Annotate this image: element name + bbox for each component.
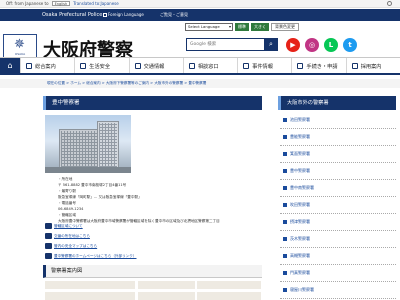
info-line: 大阪府豊中警察署は大阪府豊中市域警察署が管轄区域を除く豊中市の区域及び北摂地区警… <box>58 219 220 223</box>
arrow-icon <box>283 118 287 122</box>
nav-item-consult[interactable]: 相談窓口 <box>182 58 237 73</box>
accessibility-link[interactable]: ご覧見・ご意見 <box>160 12 188 18</box>
nav-item-label: 採用案内 <box>360 64 382 70</box>
station-info: ・所在地 〒 561-8882 豊中市南桜塚2丁目4番11号 ・最寄り駅 阪急宝… <box>58 176 268 224</box>
nav-item-procedures[interactable]: 手続き・申請 <box>291 58 345 73</box>
nav-item-label: 交通情報 <box>143 64 165 70</box>
twitter-icon[interactable]: t <box>343 38 357 52</box>
document-icon <box>297 63 304 69</box>
translate-prefix: Off: from Japanese to <box>6 1 49 6</box>
sidebar-item[interactable]: 池田警察署 <box>280 112 396 129</box>
link-icon <box>45 233 52 239</box>
select-language-dropdown[interactable]: Select Language <box>185 23 233 31</box>
breadcrumb[interactable]: 現在の位置 > ホーム > 総合案内 > 大阪府下警察署等のご案内 > 大阪市外… <box>0 79 400 88</box>
map-road <box>45 289 261 292</box>
police-logo[interactable]: ✵ OSAKA <box>3 34 37 58</box>
arrow-icon <box>283 169 287 173</box>
sidebar-item[interactable]: 吹田警察署 <box>280 197 396 214</box>
nav-item-general[interactable]: 総合案内 <box>20 58 74 73</box>
globe-icon <box>103 13 107 17</box>
street <box>45 167 131 173</box>
global-navigation: ⌂ 総合案内 生活安全 交通情報 相談窓口 事件情報 手続き・申請 採用案内 <box>0 57 400 75</box>
youtube-icon[interactable]: ▶ <box>286 38 300 52</box>
arrow-icon <box>283 203 287 207</box>
arrow-icon <box>283 152 287 156</box>
home-icon: ⌂ <box>7 61 13 70</box>
link-icon <box>45 243 52 249</box>
page-title: 豊中警察署 <box>43 96 262 110</box>
nav-item-safety[interactable]: 生活安全 <box>74 58 128 73</box>
station-photo <box>45 115 131 173</box>
safety-map-link[interactable]: 管内の安全マップはこちら <box>45 242 97 250</box>
font-large-button[interactable]: 大きく <box>251 23 269 31</box>
nav-item-label: 手続き・申請 <box>306 64 338 70</box>
foreign-language-link[interactable]: Foreign Language <box>103 12 144 17</box>
arrow-icon <box>283 288 287 292</box>
font-normal-button[interactable]: 標準 <box>235 23 249 31</box>
traffic-icon <box>134 63 141 69</box>
sidebar-item[interactable]: 豊能警察署 <box>280 129 396 146</box>
sidebar-item[interactable]: 茨木警察署 <box>280 231 396 248</box>
arrow-icon <box>283 237 287 241</box>
homepage-link[interactable]: 豊中警察署のホームページはこちら（外部リンク） <box>45 252 136 260</box>
header-top-strip: Osaka Prefectural Police Foreign Languag… <box>0 9 400 21</box>
map-road <box>195 281 197 300</box>
sidebar-item[interactable]: 豊中南警察署 <box>280 180 396 197</box>
info-icon <box>26 63 32 69</box>
sidebar-item[interactable]: 摂津警察署 <box>280 214 396 231</box>
nav-item-label: 相談窓口 <box>197 64 219 70</box>
sidebar-item[interactable]: 豊中警察署 <box>280 163 396 180</box>
link-icon <box>45 223 52 229</box>
arrow-icon <box>283 254 287 258</box>
settings-gear-icon[interactable] <box>387 1 392 6</box>
nav-home[interactable]: ⌂ <box>0 58 20 74</box>
sidebar-item[interactable]: 寝屋川警察署 <box>280 282 396 299</box>
nav-item-label: 事件情報 <box>252 64 273 70</box>
sidebar-item[interactable]: 高槻警察署 <box>280 248 396 265</box>
nav-item-label: 生活安全 <box>89 64 111 70</box>
tower-windows <box>99 123 117 167</box>
nav-item-incident[interactable]: 事件情報 <box>237 58 291 73</box>
instagram-icon[interactable]: ◎ <box>305 38 319 52</box>
arrow-icon <box>283 186 287 190</box>
sidebar-heading: 大阪市外の警察署 <box>278 96 396 110</box>
arrow-icon <box>283 271 287 275</box>
sidebar-item[interactable]: 箕面警察署 <box>280 146 396 163</box>
map-road <box>135 281 138 300</box>
recruit-icon <box>351 63 358 69</box>
nav-item-label: 総合案内 <box>35 64 56 70</box>
org-english-name: Osaka Prefectural Police <box>42 12 103 18</box>
nav-item-recruit[interactable]: 採用案内 <box>345 58 400 73</box>
emblem-icon: ✵ <box>14 37 25 52</box>
consult-icon <box>188 63 195 69</box>
incident-icon <box>243 63 250 69</box>
arrow-icon <box>283 135 287 139</box>
translate-bar: Off: from Japanese to English Translated… <box>0 0 400 8</box>
nav-item-traffic[interactable]: 交通情報 <box>128 58 183 73</box>
search-button[interactable]: ⌕ <box>264 38 278 51</box>
jurisdiction-link[interactable]: 管轄区域について <box>45 222 83 230</box>
link-icon <box>45 253 52 259</box>
map-section-heading: 警察署案内図 <box>43 265 262 278</box>
translate-note[interactable]: Translated to:Japanese <box>73 1 119 6</box>
logo-caption: OSAKA <box>14 52 26 56</box>
station-map[interactable] <box>45 281 261 300</box>
language-select[interactable]: English <box>51 1 71 6</box>
arrow-icon <box>283 220 287 224</box>
koban-link[interactable]: 交番の所在地はこちら <box>45 232 90 240</box>
line-icon[interactable]: L <box>324 38 338 52</box>
search-icon: ⌕ <box>269 40 273 48</box>
background-color-button[interactable]: 背景色変更 <box>271 23 299 31</box>
header-toolbar: Select Language 標準 大きく 背景色変更 <box>185 22 299 32</box>
sidebar-item[interactable]: 門真警察署 <box>280 265 396 282</box>
safety-icon <box>80 63 87 69</box>
